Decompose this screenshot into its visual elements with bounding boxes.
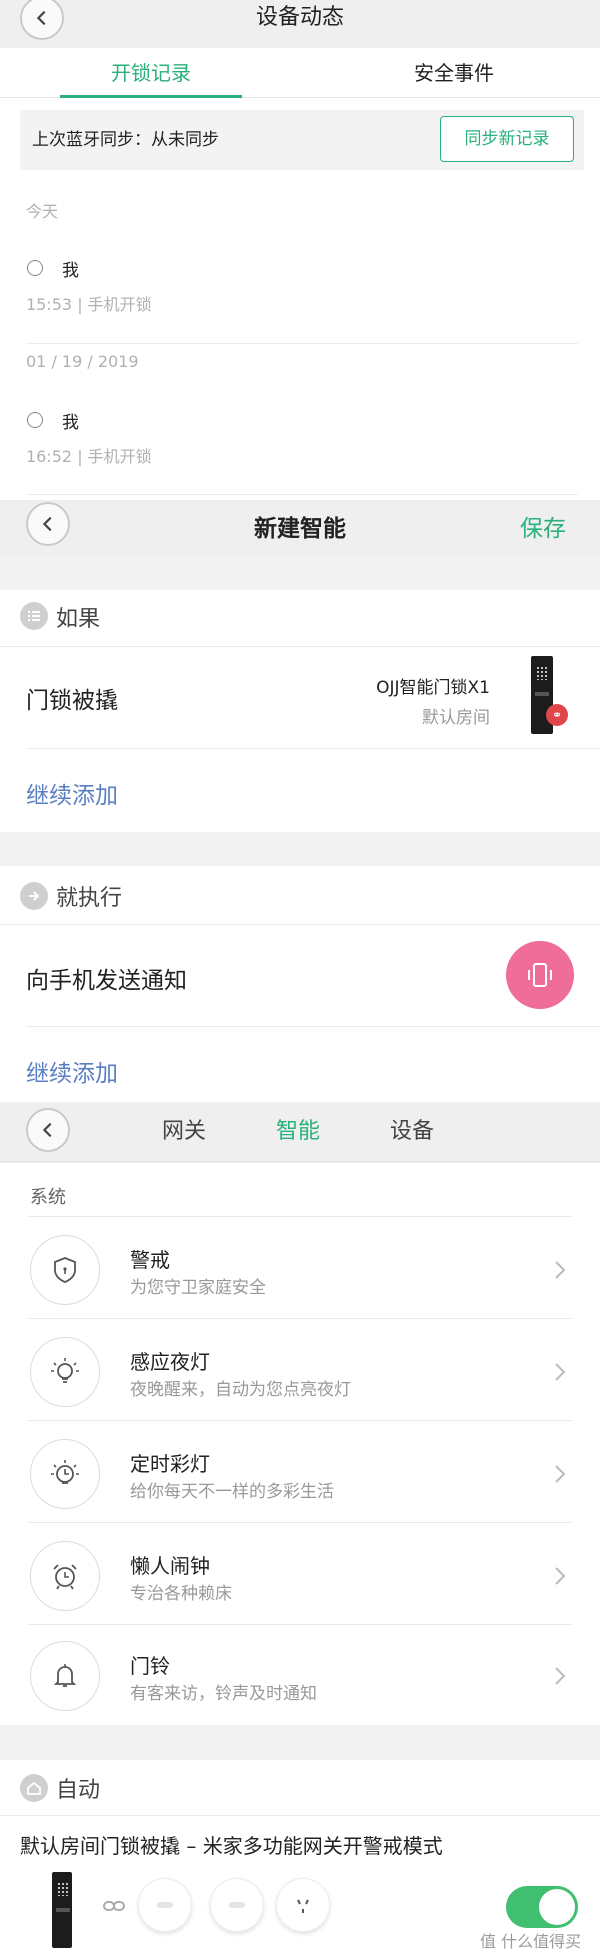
device-room: 默认房间 (422, 708, 490, 728)
page-title: 新建智能 (254, 516, 346, 542)
gateway-device-icon (210, 1878, 264, 1932)
automation-toggle[interactable] (506, 1886, 578, 1928)
record-user: 我 (62, 261, 79, 281)
then-action[interactable]: 向手机发送通知 (26, 961, 187, 995)
divider (26, 343, 578, 344)
chevron-left-icon (42, 1122, 52, 1138)
alarm-clock-icon (30, 1541, 100, 1611)
record-meta: 16:52 | 手机开锁 (26, 447, 152, 466)
divider (28, 1420, 572, 1421)
item-desc: 为您守卫家庭安全 (130, 1278, 266, 1298)
tab-security-events[interactable]: 安全事件 (356, 48, 552, 98)
divider (0, 924, 600, 925)
page-title: 设备动态 (255, 5, 344, 30)
divider (28, 1318, 572, 1319)
record-radio-icon (27, 260, 43, 276)
tab-gateway[interactable]: 网关 (162, 1102, 206, 1162)
item-name: 感应夜灯 (130, 1350, 210, 1374)
divider (26, 494, 578, 495)
auto-section-label: 自动 (56, 1778, 101, 1803)
tab-unlock-records[interactable]: 开锁记录 (60, 48, 242, 98)
gateway-device-icon (138, 1878, 192, 1932)
active-tab-indicator (60, 95, 242, 98)
divider (26, 1026, 600, 1027)
item-desc: 夜晚醒来，自动为您点亮夜灯 (130, 1380, 351, 1400)
system-section-label: 系统 (30, 1187, 66, 1208)
item-name: 定时彩灯 (130, 1452, 210, 1476)
item-desc: 有客来访，铃声及时通知 (130, 1684, 317, 1704)
item-desc: 给你每天不一样的多彩生活 (130, 1482, 334, 1502)
tab-bar: 开锁记录 安全事件 (0, 48, 600, 98)
divider (28, 1216, 572, 1217)
shield-icon (30, 1235, 100, 1305)
then-section-label: 就执行 (56, 886, 123, 911)
record-radio-icon (27, 412, 43, 428)
item-name: 门铃 (130, 1654, 170, 1678)
divider (28, 1624, 572, 1625)
sync-status-label: 上次蓝牙同步：从未同步 (32, 130, 219, 150)
record-user: 我 (62, 413, 79, 433)
tab-smart[interactable]: 智能 (276, 1102, 320, 1162)
back-button[interactable] (26, 1108, 70, 1152)
date-header: 今天 (26, 202, 59, 221)
screenshot-collage: 设备动态 开锁记录 安全事件 上次蓝牙同步：从未同步 同步新记录 今天 我 15… (0, 0, 600, 1957)
link-badge-icon: ⚭ (546, 704, 568, 726)
item-name: 警戒 (130, 1248, 170, 1272)
link-icon (103, 1901, 125, 1911)
watermark-text: 值 什么值得买 (480, 1932, 582, 1951)
chevron-right-icon (555, 1667, 566, 1685)
phone-vibrate-icon (506, 941, 574, 1009)
divider (28, 1522, 572, 1523)
chevron-right-icon (555, 1363, 566, 1381)
chevron-right-icon (555, 1465, 566, 1483)
timer-bulb-icon (30, 1439, 100, 1509)
home-icon (20, 1774, 48, 1802)
automation-rule-title[interactable]: 默认房间门锁被撬 – 米家多功能网关开警戒模式 (20, 1830, 443, 1859)
if-section-label: 如果 (56, 607, 101, 632)
device-name: OJJ智能门锁X1 (376, 678, 490, 698)
bell-icon (30, 1641, 100, 1711)
item-name: 懒人闹钟 (130, 1554, 210, 1578)
item-desc: 专治各种赖床 (130, 1584, 232, 1604)
bluetooth-sync-bar: 上次蓝牙同步：从未同步 同步新记录 (20, 110, 584, 170)
arrow-right-icon (20, 882, 48, 910)
list-icon (20, 602, 48, 630)
add-condition-link[interactable]: 继续添加 (26, 776, 118, 810)
bulb-icon (30, 1337, 100, 1407)
divider (0, 646, 600, 647)
tab-devices[interactable]: 设备 (390, 1102, 434, 1162)
if-condition[interactable]: 门锁被撬 (26, 681, 118, 715)
save-button[interactable]: 保存 (520, 500, 566, 558)
add-action-link[interactable]: 继续添加 (26, 1054, 118, 1088)
door-lock-image (52, 1872, 72, 1948)
divider (26, 748, 600, 749)
date-header: 01 / 19 / 2019 (26, 352, 139, 371)
sync-new-records-button[interactable]: 同步新记录 (440, 116, 574, 162)
chevron-right-icon (555, 1567, 566, 1585)
chevron-right-icon (555, 1261, 566, 1279)
power-socket-icon (276, 1878, 330, 1932)
record-meta: 15:53 | 手机开锁 (26, 295, 152, 314)
